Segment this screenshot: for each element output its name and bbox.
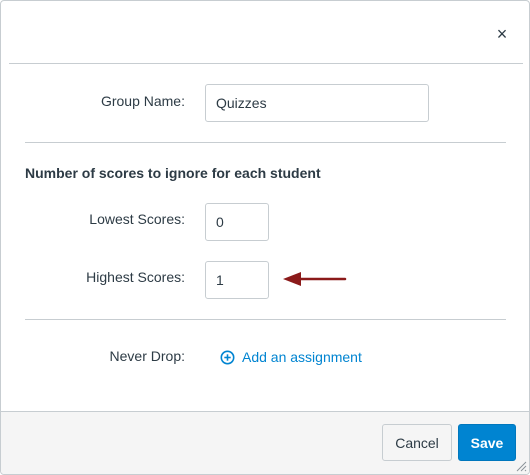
dialog-footer: Cancel Save	[1, 411, 529, 474]
close-button[interactable]: ×	[491, 23, 513, 45]
group-name-input[interactable]: Quizzes	[205, 84, 429, 122]
cancel-button[interactable]: Cancel	[382, 424, 452, 461]
annotation-arrow-icon	[283, 272, 347, 286]
edit-group-dialog: × Group Name: Quizzes Number of scores t…	[0, 0, 530, 475]
add-assignment-label: Add an assignment	[242, 349, 362, 365]
lowest-scores-input[interactable]: 0	[205, 203, 269, 241]
section-title: Number of scores to ignore for each stud…	[25, 165, 321, 181]
lowest-scores-label: Lowest Scores:	[89, 211, 185, 227]
save-button[interactable]: Save	[458, 424, 516, 461]
plus-circle-icon	[220, 350, 235, 364]
never-drop-label: Never Drop:	[109, 348, 185, 364]
highest-scores-input[interactable]: 1	[205, 261, 269, 299]
header-divider	[9, 63, 523, 64]
highest-scores-label: Highest Scores:	[86, 269, 185, 285]
resize-handle-icon[interactable]	[515, 460, 527, 472]
section-divider-2	[25, 319, 506, 320]
section-divider	[25, 142, 506, 143]
group-name-label: Group Name:	[100, 93, 185, 109]
add-assignment-link[interactable]: Add an assignment	[220, 349, 362, 365]
